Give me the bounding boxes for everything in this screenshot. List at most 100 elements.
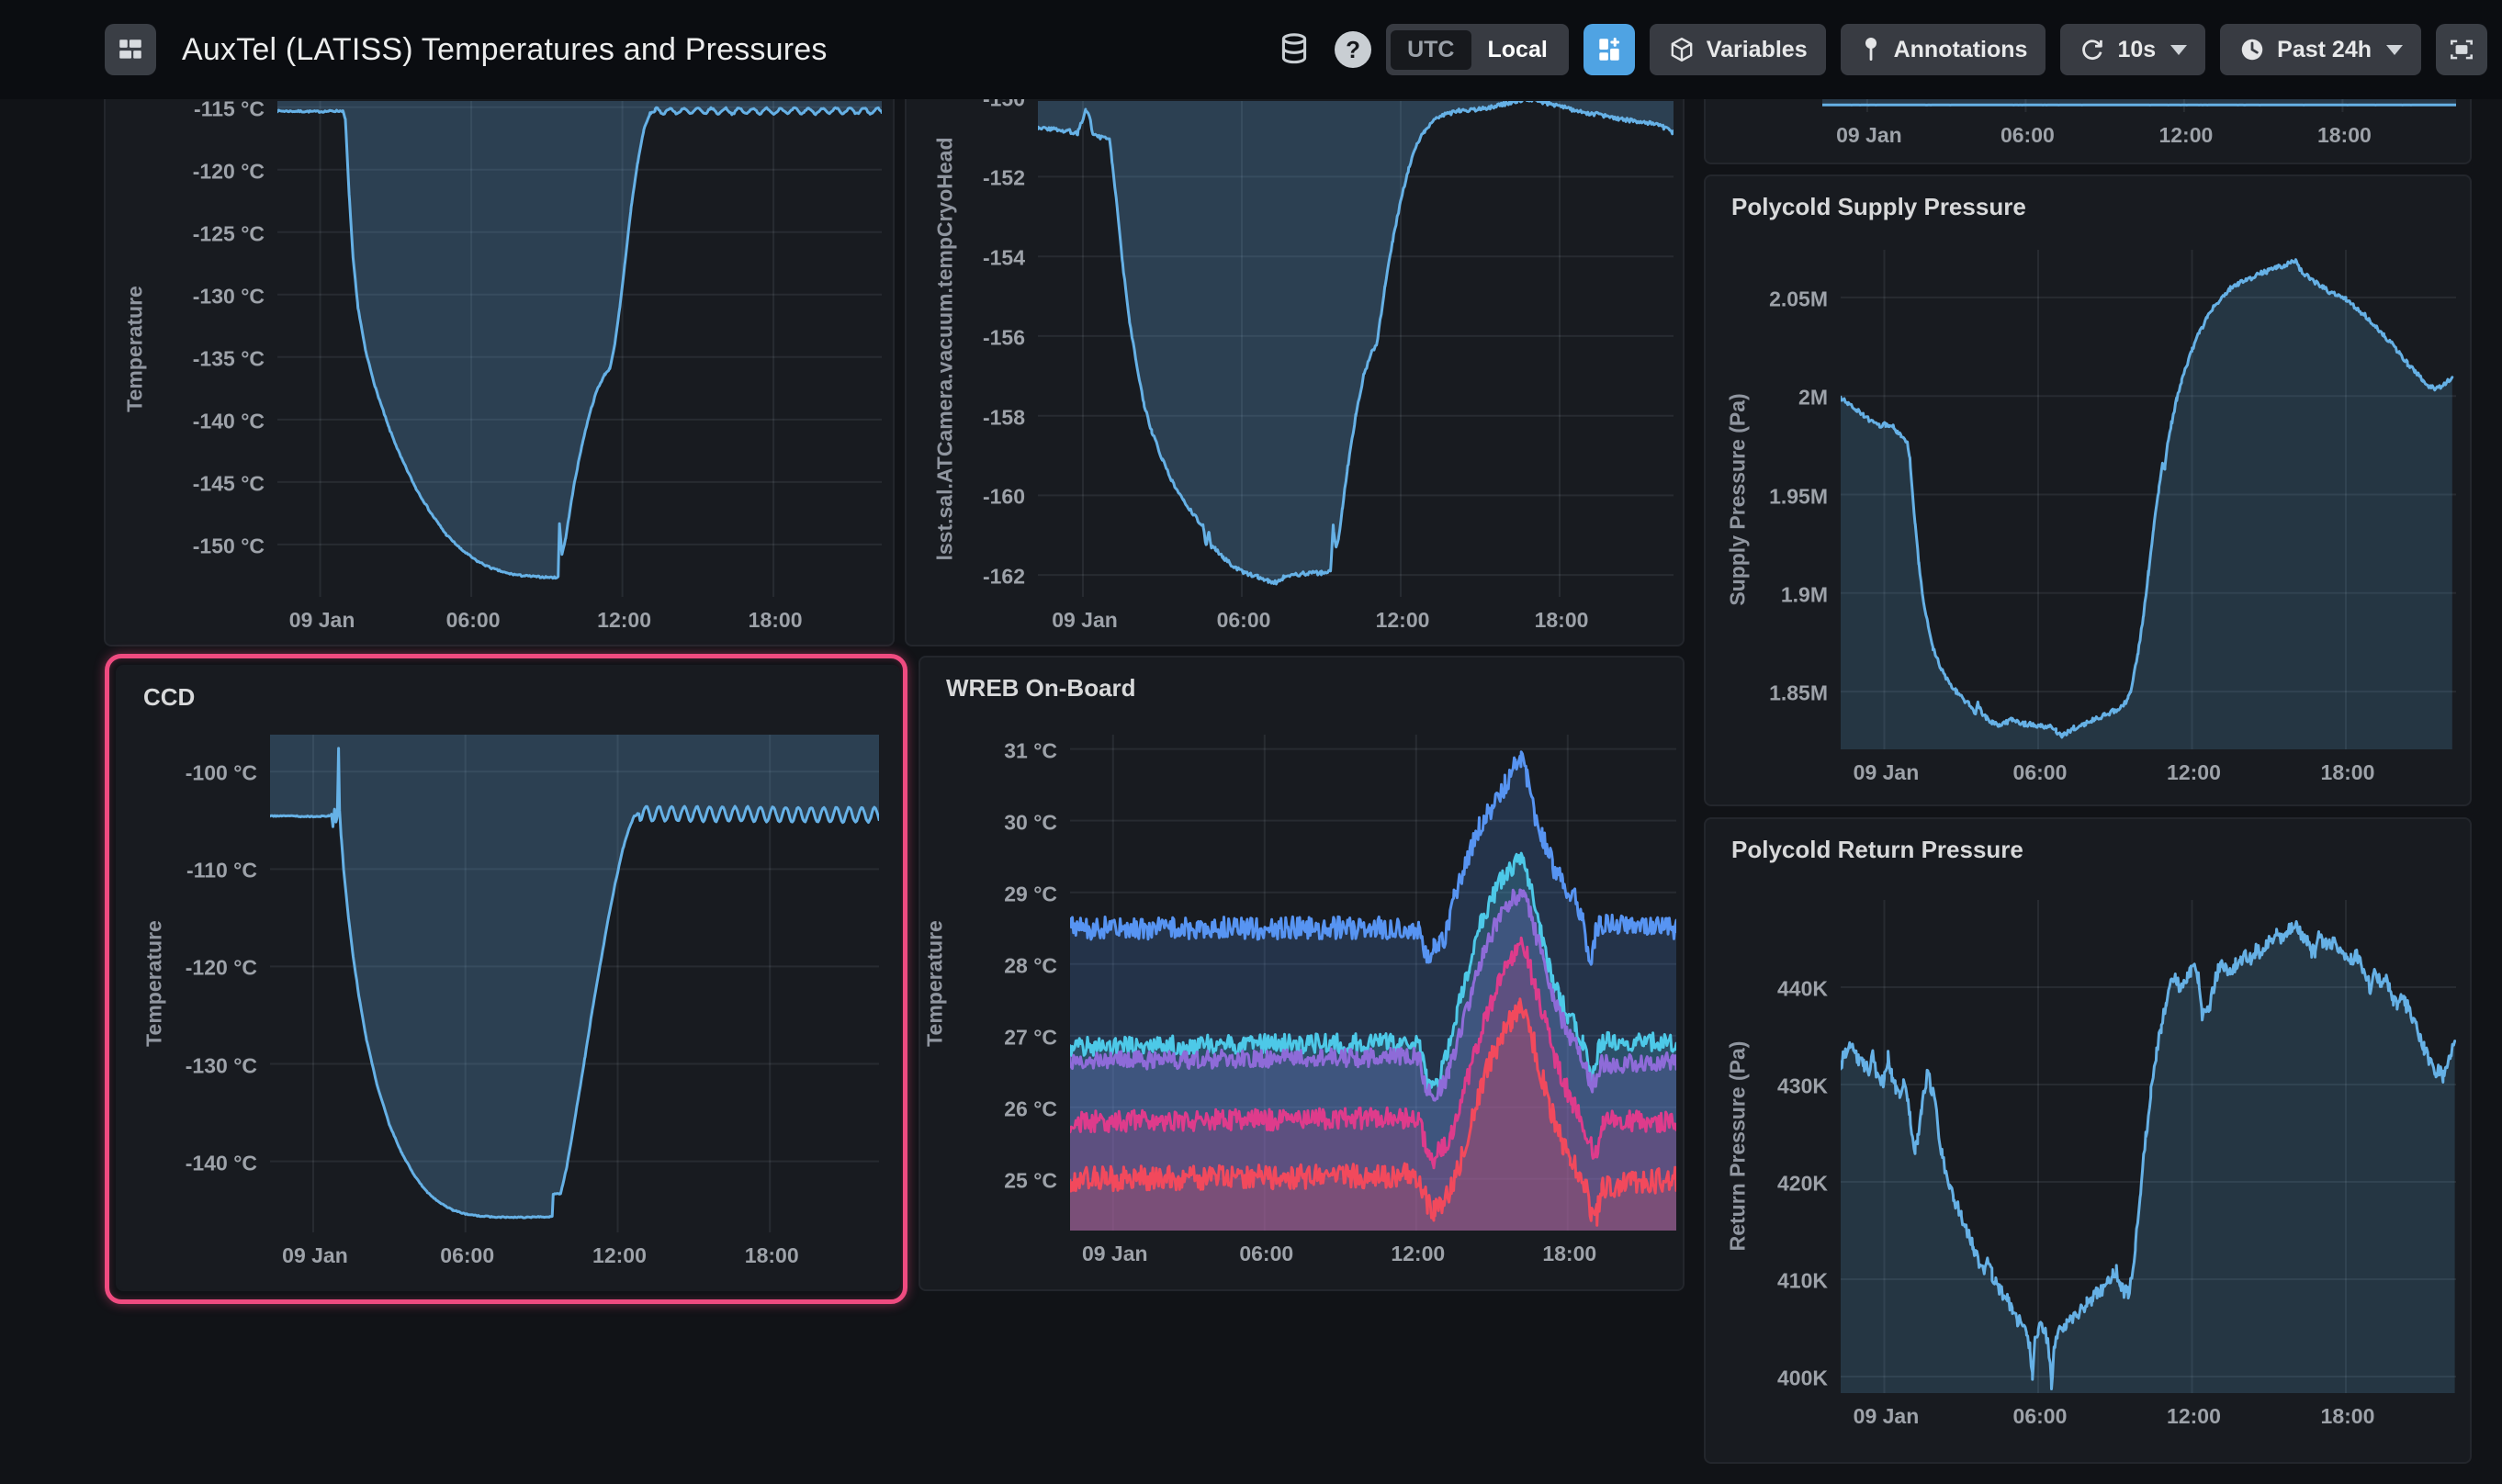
panel-cryo-head[interactable]: lsst.sal.ATCamera.vacuum.tempCryoHead -1… — [905, 53, 1685, 646]
x-tick-label: 12:00 — [1391, 1242, 1445, 1266]
y-tick-label: -115 °C — [194, 96, 265, 121]
refresh-interval-label: 10s — [2117, 37, 2156, 63]
panel-title[interactable]: Polycold Supply Pressure — [1731, 193, 2026, 221]
y-tick-label: -145 °C — [193, 471, 265, 496]
refresh-interval-button[interactable]: 10s — [2060, 24, 2205, 75]
y-tick-label: -125 °C — [193, 221, 265, 246]
dashboard-title: AuxTel (LATISS) Temperatures and Pressur… — [182, 32, 828, 68]
y-axis-label: Temperature — [923, 920, 948, 1047]
help-icon[interactable]: ? — [1335, 31, 1371, 68]
y-tick-label: -150 °C — [193, 534, 265, 558]
y-tick-label: -152 — [983, 166, 1025, 191]
panel-wreb-on-board[interactable]: WREB On-Board Temperature 31 °C 30 °C 29 °… — [919, 656, 1685, 1291]
x-tick-label: 06:00 — [1239, 1242, 1293, 1266]
x-tick-label: 18:00 — [2321, 760, 2375, 785]
x-tick-label: 18:00 — [2317, 123, 2372, 148]
y-tick-label: 30 °C — [1004, 810, 1057, 835]
x-tick-label: 09 Jan — [1082, 1242, 1148, 1266]
y-tick-label: -162 — [983, 565, 1025, 590]
y-tick-label: 2M — [1798, 386, 1828, 410]
y-tick-label: -100 °C — [186, 761, 257, 786]
y-tick-label: -156 — [983, 325, 1025, 350]
panel-title[interactable]: CCD — [143, 683, 195, 712]
panel-polycold-return-pressure[interactable]: Polycold Return Pressure Return Pressure… — [1704, 817, 2472, 1464]
y-tick-label: -158 — [983, 405, 1025, 430]
time-range-label: Past 24h — [2277, 37, 2372, 63]
dashboards-grid-button[interactable] — [105, 24, 156, 75]
y-tick-label: -135 °C — [193, 346, 265, 371]
y-tick-label: 29 °C — [1004, 882, 1057, 906]
panel-ccd[interactable]: CCD Temperature -100 °C-110 °C-120 °C-13… — [116, 665, 900, 1291]
x-tick-label: 18:00 — [1542, 1242, 1596, 1266]
y-tick-label: 430K — [1777, 1074, 1828, 1098]
variables-button[interactable]: Variables — [1650, 24, 1826, 75]
y-tick-label: -160 — [983, 485, 1025, 510]
fullscreen-icon — [2448, 36, 2475, 63]
y-tick-label: -120 °C — [193, 159, 265, 184]
y-tick-label: 440K — [1777, 976, 1828, 1001]
y-tick-label: 420K — [1777, 1171, 1828, 1196]
datasource-button[interactable] — [1268, 24, 1320, 75]
time-series-chart[interactable] — [277, 101, 882, 597]
timezone-utc-option[interactable]: UTC — [1391, 30, 1471, 70]
x-tick-label: 12:00 — [592, 1243, 647, 1268]
time-series-chart[interactable] — [270, 735, 879, 1232]
add-panel-button[interactable] — [1583, 24, 1635, 75]
kiosk-mode-button[interactable] — [2436, 24, 2487, 75]
x-tick-label: 09 Jan — [282, 1243, 348, 1268]
y-axis-label: Return Pressure (Pa) — [1726, 1041, 1751, 1252]
y-tick-label: 26 °C — [1004, 1096, 1057, 1121]
x-tick-label: 18:00 — [2321, 1404, 2375, 1429]
y-tick-label: -154 — [983, 246, 1025, 271]
x-tick-label: 06:00 — [446, 608, 501, 633]
y-tick-label: 31 °C — [1004, 738, 1057, 763]
y-tick-label: 1.95M — [1769, 484, 1828, 509]
x-tick-label: 06:00 — [2000, 123, 2055, 148]
timezone-toggle[interactable]: UTC Local — [1386, 24, 1569, 75]
panel-title[interactable]: WREB On-Board — [946, 674, 1136, 703]
y-tick-label: -130 °C — [186, 1053, 257, 1078]
annotations-label: Annotations — [1894, 37, 2028, 63]
y-tick-label: -140 °C — [186, 1151, 257, 1175]
grid-icon — [117, 36, 144, 63]
x-tick-label: 09 Jan — [1052, 608, 1118, 633]
time-range-button[interactable]: Past 24h — [2220, 24, 2421, 75]
y-tick-label: -120 °C — [186, 956, 257, 981]
variables-label: Variables — [1707, 37, 1808, 63]
panel-title[interactable]: Polycold Return Pressure — [1731, 836, 2023, 864]
y-tick-label: 410K — [1777, 1268, 1828, 1293]
time-series-chart[interactable] — [1070, 735, 1676, 1231]
x-tick-label: 09 Jan — [1854, 1404, 1920, 1429]
time-series-chart[interactable] — [1822, 99, 2456, 112]
x-tick-label: 09 Jan — [1836, 123, 1902, 148]
time-series-chart[interactable] — [1038, 101, 1674, 597]
x-tick-label: 09 Jan — [289, 608, 355, 633]
navbar: AuxTel (LATISS) Temperatures and Pressur… — [0, 0, 2502, 99]
x-tick-label: 09 Jan — [1854, 760, 1920, 785]
timezone-local-option[interactable]: Local — [1471, 30, 1564, 70]
y-tick-label: -130 °C — [193, 284, 265, 309]
x-tick-label: 06:00 — [440, 1243, 494, 1268]
add-panel-icon — [1595, 36, 1623, 63]
y-axis-label: lsst.sal.ATCamera.vacuum.tempCryoHead — [933, 137, 958, 560]
y-axis-label: Temperature — [123, 286, 148, 412]
x-tick-label: 18:00 — [749, 608, 803, 633]
y-tick-label: 28 °C — [1004, 953, 1057, 978]
panel-temperature-top-left[interactable]: Temperature -115 °C -120 °C -125 °C -130 °C… — [104, 53, 895, 646]
x-tick-label: 12:00 — [2167, 760, 2221, 785]
y-tick-label: 25 °C — [1004, 1168, 1057, 1193]
y-axis-label: Supply Pressure (Pa) — [1726, 393, 1751, 605]
annotations-button[interactable]: Annotations — [1841, 24, 2046, 75]
annotation-pin-icon — [1859, 36, 1883, 63]
time-series-chart[interactable] — [1841, 250, 2456, 749]
y-tick-label: 1.9M — [1781, 582, 1828, 607]
database-icon — [1278, 31, 1311, 68]
x-tick-label: 12:00 — [1376, 608, 1430, 633]
y-tick-label: 2.05M — [1769, 287, 1828, 311]
time-series-chart[interactable] — [1841, 900, 2456, 1393]
clock-icon — [2238, 36, 2266, 63]
x-tick-label: 12:00 — [2167, 1404, 2221, 1429]
cube-icon — [1668, 36, 1696, 63]
y-tick-label: -110 °C — [186, 859, 257, 883]
panel-polycold-supply-pressure[interactable]: Polycold Supply Pressure Supply Pressure… — [1704, 174, 2472, 806]
